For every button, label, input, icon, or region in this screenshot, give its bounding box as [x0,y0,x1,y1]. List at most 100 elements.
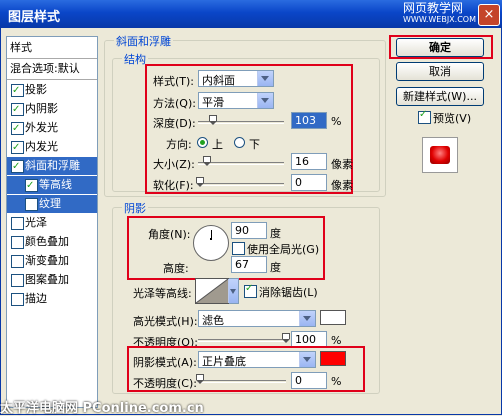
checkbox[interactable] [11,274,24,287]
shadow-opacity-label: 不透明度(C): [133,377,197,390]
watermark-line2: WWW.WEBJX.COM [403,15,476,24]
soften-input[interactable]: 0 [291,174,327,191]
shadow-color-swatch[interactable] [320,351,346,366]
style-select[interactable]: 内斜面 [198,70,274,87]
direction-up-label: 上 [212,138,223,151]
sidebar-item-color-overlay[interactable]: 颜色叠加 [7,233,97,251]
sidebar-item-stroke[interactable]: 描边 [7,290,97,308]
sidebar-item-blend[interactable]: 混合选项:默认 [7,60,97,78]
title-bar: 图层样式 网页教学网 WWW.WEBJX.COM × [0,0,502,28]
chevron-down-icon [299,352,315,367]
gloss-contour-swatch[interactable] [195,278,229,304]
soften-slider[interactable] [198,183,284,186]
chevron-down-icon [257,71,273,86]
style-label: 样式(T): [153,75,195,88]
direction-down-label: 下 [249,138,260,151]
divider [7,58,97,59]
highlight-mode-label: 高光模式(H): [133,315,198,328]
sidebar-item-inner-shadow[interactable]: ✓ 内阴影 [7,100,97,118]
checkbox[interactable] [11,293,24,306]
technique-label: 方法(Q): [153,97,196,110]
checkbox[interactable] [11,236,24,249]
angle-label: 角度(N): [148,228,191,241]
preview-swatch [430,146,450,164]
close-button[interactable]: × [478,4,500,26]
sidebar-header[interactable]: 样式 [7,39,97,57]
checkbox[interactable]: ✓ [25,179,38,192]
ok-button[interactable]: 确定 [396,38,484,57]
size-label: 大小(Z): [153,158,195,171]
direction-label: 方向: [166,138,192,151]
highlight-opacity-slider[interactable] [198,339,286,342]
depth-label: 深度(D): [153,117,196,130]
shadow-mode-select[interactable]: 正片叠底 [198,351,316,368]
checkbox[interactable] [11,255,24,268]
checkbox[interactable]: ✓ [11,141,24,154]
global-light-label: 使用全局光(G) [247,243,320,256]
shading-title: 阴影 [122,200,148,216]
angle-dial[interactable] [193,225,229,261]
size-input[interactable]: 16 [291,153,327,170]
direction-down-radio[interactable] [234,137,245,148]
global-light-checkbox[interactable] [232,242,245,255]
checkbox[interactable]: ✓ [11,160,24,173]
highlight-opacity-thumb[interactable] [282,333,290,343]
sidebar-item-texture[interactable]: 纹理 [7,195,97,213]
watermark-line1: 网页教学网 [403,1,464,15]
antialias-label: 消除锯齿(L) [259,286,318,299]
shadow-opacity-thumb[interactable] [196,374,204,384]
antialias-checkbox[interactable]: ✓ [244,283,257,298]
sidebar-item-pattern-overlay[interactable]: 图案叠加 [7,271,97,289]
sidebar-item-contour[interactable]: ✓ 等高线 [7,176,97,194]
angle-input[interactable]: 90 [231,222,267,239]
footer-watermark: 太平洋电脑网 PConline.com.cn [0,401,204,416]
sidebar-item-inner-glow[interactable]: ✓ 内发光 [7,138,97,156]
checkbox[interactable]: ✓ [11,103,24,116]
sidebar-item-gradient-overlay[interactable]: 渐变叠加 [7,252,97,270]
angle-unit: 度 [270,227,281,240]
highlight-color-swatch[interactable] [320,310,346,325]
sidebar-item-bevel-emboss[interactable]: ✓ 斜面和浮雕 [7,157,97,175]
depth-unit: % [331,115,342,128]
shadow-mode-label: 阴影模式(A): [133,356,197,369]
angle-dial-center [210,238,212,240]
checkbox[interactable]: ✓ [11,122,24,135]
soften-slider-thumb[interactable] [196,177,204,187]
sidebar-item-outer-glow[interactable]: ✓ 外发光 [7,119,97,137]
shadow-opacity-input[interactable]: 0 [291,372,327,389]
checkbox[interactable] [25,198,38,211]
preview-label: 预览(V) [433,112,472,125]
gloss-contour-dropdown[interactable] [228,278,239,304]
shadow-opacity-slider[interactable] [198,380,286,383]
new-style-button[interactable]: 新建样式(W)... [396,87,484,106]
soften-unit: 像素 [331,179,353,192]
shadow-opacity-unit: % [331,375,342,388]
gloss-contour-label: 光泽等高线: [133,287,192,300]
chevron-down-icon [228,279,238,303]
style-preview [422,137,458,173]
highlight-mode-select[interactable]: 滤色 [198,310,316,327]
direction-up-radio[interactable] [197,137,208,148]
bevel-emboss-title: 斜面和浮雕 [114,33,173,49]
soften-label: 软化(F): [153,179,194,192]
size-slider-thumb[interactable] [203,156,211,166]
chevron-down-icon [257,93,273,108]
technique-select[interactable]: 平滑 [198,92,274,109]
altitude-label: 高度: [163,262,189,275]
window-title: 图层样式 [8,10,61,25]
checkbox[interactable] [11,217,24,230]
watermark: 网页教学网 WWW.WEBJX.COM [403,1,476,25]
cancel-button[interactable]: 取消 [396,62,484,81]
altitude-input[interactable]: 67 [231,256,267,273]
style-list: 样式 混合选项:默认 ✓ 投影 ✓ 内阴影 ✓ 外发光 ✓ 内发光 ✓ 斜面和浮雕 ✓ 等高… [6,36,98,408]
contour-curve-icon [196,279,228,303]
depth-input[interactable]: 103 [291,112,327,129]
sidebar-item-satin[interactable]: 光泽 [7,214,97,232]
size-unit: 像素 [331,158,353,171]
sidebar-item-drop-shadow[interactable]: ✓ 投影 [7,81,97,99]
preview-checkbox[interactable]: ✓ [418,109,431,124]
chevron-down-icon [299,311,315,326]
checkbox[interactable]: ✓ [11,84,24,97]
divider [7,79,97,80]
depth-slider-thumb[interactable] [209,115,217,125]
